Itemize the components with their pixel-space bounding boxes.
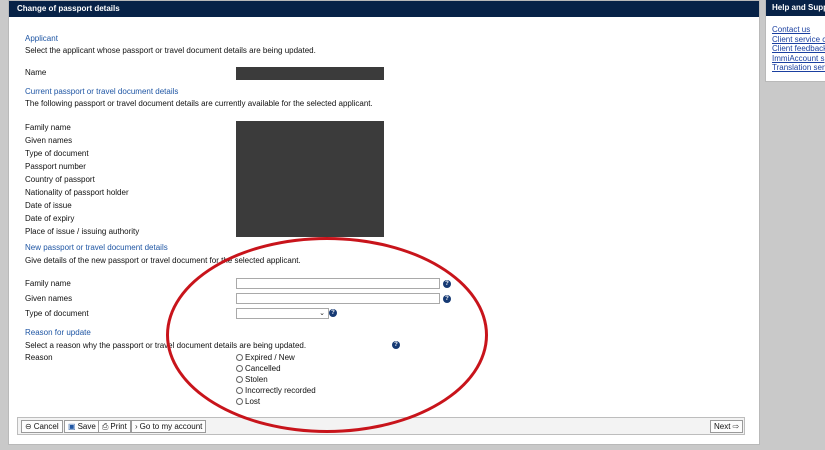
next-arrow-icon: ⇨: [732, 422, 740, 431]
new-details-section-title: New passport or travel document details: [25, 243, 168, 252]
main-panel: Change of passport details Applicant Sel…: [8, 0, 760, 445]
reason-description: Select a reason why the passport or trav…: [25, 341, 307, 350]
current-place-of-issue-label: Place of issue / issuing authority: [25, 227, 140, 236]
reason-option-label: Expired / New: [245, 353, 295, 362]
annotation-circle: [166, 237, 488, 433]
current-country-label: Country of passport: [25, 175, 95, 184]
save-button[interactable]: ▣ Save: [64, 420, 100, 433]
reason-option-stolen[interactable]: Stolen: [236, 375, 268, 384]
reason-option-label: Incorrectly recorded: [245, 386, 316, 395]
next-button[interactable]: Next ⇨: [710, 420, 744, 433]
client-feedback-link[interactable]: Client feedback: [772, 44, 825, 54]
applicant-section-title: Applicant: [25, 34, 58, 43]
cancel-button[interactable]: ⊖ Cancel: [21, 420, 63, 433]
help-support-title: Help and Supp: [766, 0, 825, 16]
immiaccount-link[interactable]: ImmiAccount s: [772, 54, 825, 64]
reason-option-expired[interactable]: Expired / New: [236, 353, 295, 362]
given-names-field[interactable]: [236, 293, 440, 304]
current-date-of-issue-label: Date of issue: [25, 201, 72, 210]
contact-us-link[interactable]: Contact us: [772, 25, 825, 35]
radio-icon[interactable]: [236, 354, 243, 361]
client-service-link[interactable]: Client service c: [772, 35, 825, 45]
current-nationality-label: Nationality of passport holder: [25, 188, 129, 197]
current-details-description: The following passport or travel documen…: [25, 99, 373, 108]
panel-title: Change of passport details: [9, 1, 759, 17]
action-toolbar: ⊖ Cancel ▣ Save ⎙ Print › Go to my accou…: [17, 417, 745, 435]
reason-option-label: Cancelled: [245, 364, 281, 373]
save-icon: ▣: [68, 422, 76, 431]
current-date-of-expiry-label: Date of expiry: [25, 214, 75, 223]
reason-option-label: Lost: [245, 397, 261, 406]
current-passport-number-label: Passport number: [25, 162, 86, 171]
current-document-type-label: Type of document: [25, 149, 89, 158]
account-label: Go to my account: [139, 422, 203, 431]
family-name-field[interactable]: [236, 278, 440, 289]
print-label: Print: [110, 422, 127, 431]
print-button[interactable]: ⎙ Print: [98, 420, 131, 433]
reason-section-title: Reason for update: [25, 328, 91, 337]
current-given-names-label: Given names: [25, 136, 73, 145]
help-support-panel: Help and Supp Contact us Client service …: [765, 0, 825, 82]
cancel-icon: ⊖: [25, 422, 32, 431]
given-names-help-icon[interactable]: ?: [443, 295, 451, 303]
family-name-help-icon[interactable]: ?: [443, 280, 451, 288]
new-family-name-label: Family name: [25, 279, 71, 288]
radio-icon[interactable]: [236, 376, 243, 383]
document-type-select[interactable]: ⌄: [236, 308, 329, 319]
radio-icon[interactable]: [236, 398, 243, 405]
radio-icon[interactable]: [236, 387, 243, 394]
new-document-type-label: Type of document: [25, 309, 89, 318]
reason-option-label: Stolen: [245, 375, 268, 384]
save-label: Save: [77, 422, 96, 431]
reason-option-cancelled[interactable]: Cancelled: [236, 364, 281, 373]
printer-icon: ⎙: [102, 422, 109, 431]
reason-option-lost[interactable]: Lost: [236, 397, 260, 406]
next-label: Next: [714, 422, 731, 431]
current-family-name-label: Family name: [25, 123, 71, 132]
chevron-right-icon: ›: [135, 422, 138, 431]
new-details-description: Give details of the new passport or trav…: [25, 256, 301, 265]
document-type-help-icon[interactable]: ?: [329, 309, 337, 317]
reason-help-icon[interactable]: ?: [392, 341, 400, 349]
go-to-my-account-button[interactable]: › Go to my account: [131, 420, 207, 433]
applicant-description: Select the applicant whose passport or t…: [25, 46, 316, 55]
applicant-name-label: Name: [25, 68, 47, 77]
radio-icon[interactable]: [236, 365, 243, 372]
redacted-current-details: [236, 121, 384, 237]
translation-service-link[interactable]: Translation serv: [772, 63, 825, 73]
cancel-label: Cancel: [33, 422, 59, 431]
new-given-names-label: Given names: [25, 294, 73, 303]
reason-label: Reason: [25, 353, 53, 362]
redacted-applicant-name: [236, 67, 384, 80]
reason-option-incorrectly-recorded[interactable]: Incorrectly recorded: [236, 386, 316, 395]
chevron-down-icon: ⌄: [319, 310, 325, 317]
current-details-section-title: Current passport or travel document deta…: [25, 87, 179, 96]
